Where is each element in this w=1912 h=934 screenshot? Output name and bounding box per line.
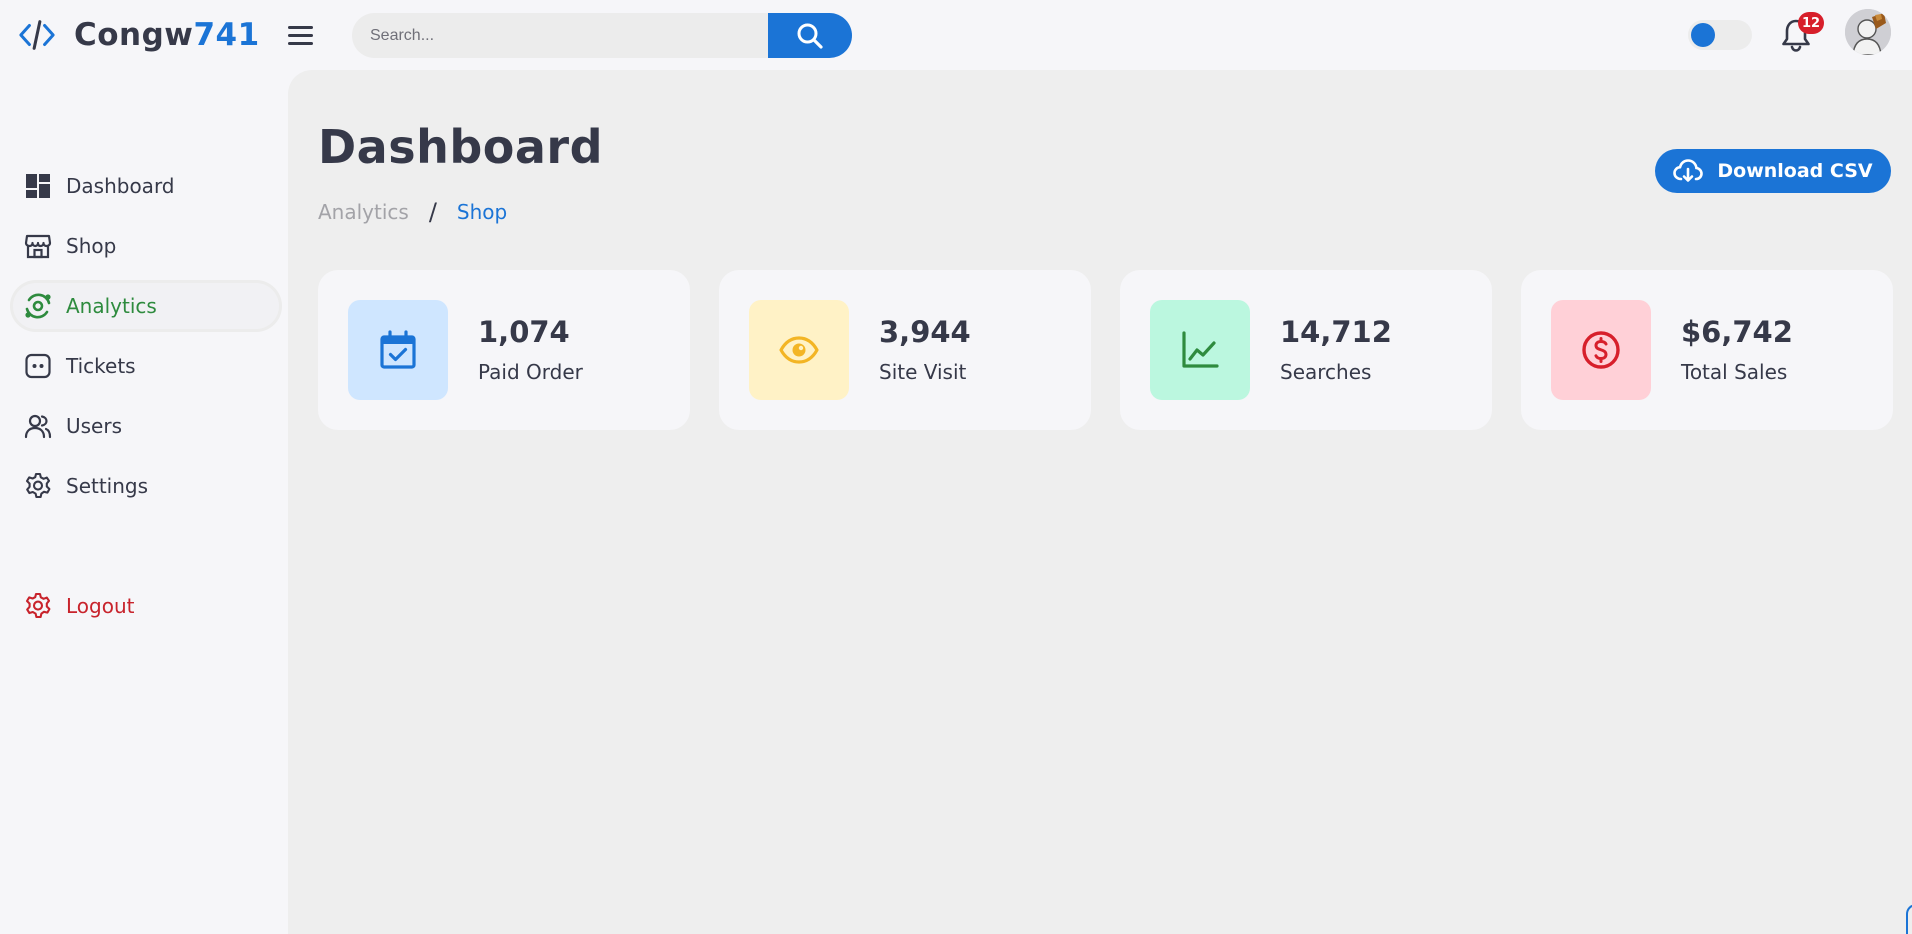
main-content: Dashboard Analytics / Shop Download CSV … [288,70,1912,934]
search-icon [797,23,823,49]
sidebar-item-analytics[interactable]: Analytics [10,280,282,332]
stat-icon-box [1551,300,1651,400]
cloud-download-icon [1673,159,1704,182]
page-title: Dashboard [318,120,604,174]
stat-label: Searches [1280,360,1372,384]
brand[interactable]: Congw741 [18,14,260,56]
brand-name-accent: 741 [193,17,260,53]
sidebar-item-dashboard[interactable]: Dashboard [10,160,282,212]
breadcrumb-item-analytics: Analytics [318,200,409,224]
breadcrumb: Analytics / Shop [318,198,507,226]
menu-toggle-button[interactable] [288,20,320,50]
sidebar-item-label: Shop [66,234,117,258]
stat-card-searches[interactable]: 14,712 Searches [1120,270,1492,430]
users-icon [24,414,52,439]
search-input[interactable] [352,13,768,58]
logout-icon [25,592,51,619]
stat-value: 1,074 [478,315,570,349]
sidebar-item-settings[interactable]: Settings [10,460,282,512]
stat-icon-box [749,300,849,400]
corner-widget-edge [1906,904,1912,934]
brand-name-main: Congw [74,17,194,53]
theme-toggle[interactable] [1688,20,1752,50]
avatar[interactable] [1845,9,1891,55]
stat-icon-box [348,300,448,400]
sidebar-item-label: Dashboard [66,174,175,198]
notification-badge: 12 [1798,12,1825,34]
analytics-icon [25,293,51,319]
avatar-image [1845,9,1891,55]
breadcrumb-item-shop[interactable]: Shop [457,200,507,224]
dollar-icon [1582,331,1620,369]
eye-icon [779,336,819,364]
sidebar-item-label: Analytics [66,294,157,318]
stat-label: Paid Order [478,360,583,384]
sidebar-item-label: Logout [66,594,135,618]
breadcrumb-separator: / [428,198,437,226]
stat-value: 14,712 [1280,315,1392,349]
code-logo-icon [19,20,55,50]
search-bar [352,13,852,58]
stat-card-total-sales[interactable]: $6,742 Total Sales [1521,270,1893,430]
search-button[interactable] [768,13,852,58]
download-csv-label: Download CSV [1717,160,1873,182]
hamburger-icon-line [288,33,313,37]
stat-cards: 1,074 Paid Order 3,944 Site Visit 14,712… [318,270,1893,430]
toggle-knob [1691,23,1715,47]
brand-name: Congw741 [74,17,260,53]
calendar-check-icon [380,330,416,369]
stat-label: Total Sales [1681,360,1788,384]
sidebar-item-label: Tickets [66,354,136,378]
stat-card-site-visit[interactable]: 3,944 Site Visit [719,270,1091,430]
sidebar-item-shop[interactable]: Shop [10,220,282,272]
sidebar-item-users[interactable]: Users [10,400,282,452]
download-csv-button[interactable]: Download CSV [1655,149,1891,193]
notification-button[interactable]: 12 [1780,12,1825,54]
hamburger-icon [288,25,313,29]
shop-icon [24,234,52,259]
hamburger-icon-line [288,41,313,45]
stat-value: $6,742 [1681,315,1793,349]
stat-icon-box [1150,300,1250,400]
sidebar-item-label: Settings [66,474,149,498]
stat-label: Site Visit [879,360,967,384]
stat-card-paid-order[interactable]: 1,074 Paid Order [318,270,690,430]
stat-value: 3,944 [879,315,971,349]
sidebar-item-label: Users [66,414,123,438]
top-bar: Congw741 12 [0,0,1912,70]
settings-icon [25,472,51,499]
tickets-icon [25,353,51,379]
sidebar-item-logout[interactable]: Logout [10,580,282,632]
line-chart-icon [1182,331,1219,368]
sidebar: Dashboard Shop Analytics Tickets Users S… [0,70,288,934]
sidebar-item-tickets[interactable]: Tickets [10,340,282,392]
dashboard-icon [26,174,50,198]
